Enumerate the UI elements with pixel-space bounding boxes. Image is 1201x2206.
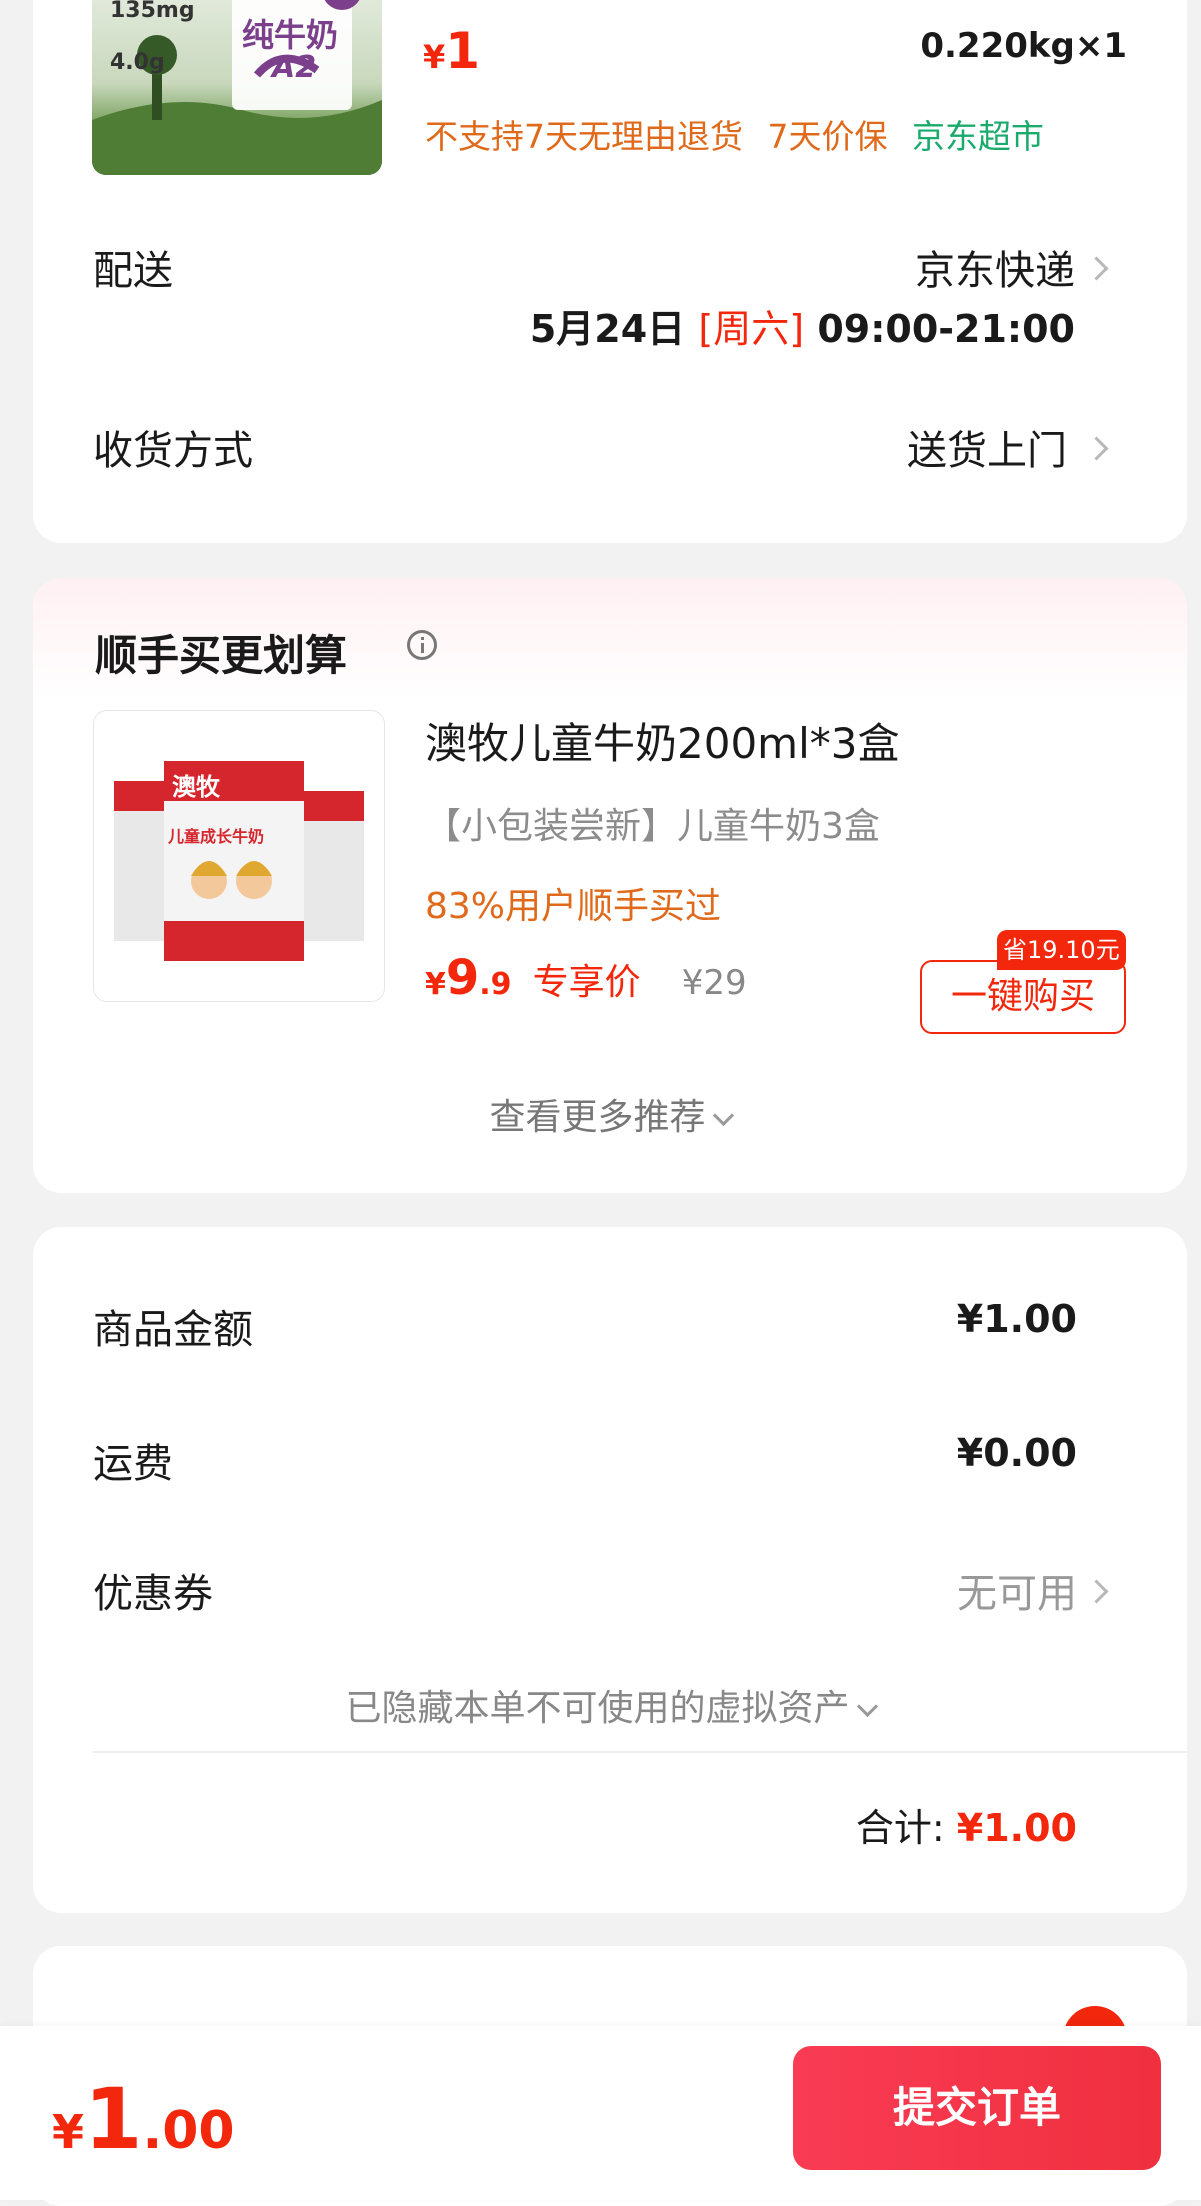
- product-price-value: 1: [445, 22, 481, 80]
- product-price: ¥1: [423, 22, 480, 80]
- bottom-action-bar: ¥1.00 提交订单: [0, 2026, 1201, 2200]
- delivery-date: 5月24日: [529, 307, 686, 351]
- delivery-chevron-icon[interactable]: [1084, 256, 1109, 281]
- receive-method-value[interactable]: 送货上门: [907, 418, 1067, 476]
- addon-price-dec: .9: [479, 967, 512, 1002]
- chevron-down-icon: [856, 1695, 878, 1718]
- no-return-tag: 不支持7天无理由退货: [425, 117, 743, 156]
- coupon-value[interactable]: 无可用: [957, 1561, 1077, 1619]
- delivery-time-range: 09:00-21:00: [817, 307, 1075, 351]
- product-image-spec-2: 4.0g: [110, 50, 165, 75]
- hidden-assets-label: 已隐藏本单不可使用的虚拟资产: [345, 1688, 850, 1729]
- save-badge: 省19.10元: [997, 930, 1126, 970]
- addon-card: 顺手买更划算 澳牧 儿童成长牛奶 澳牧儿童牛奶200ml*3盒 【小包装尝新】儿…: [33, 578, 1187, 1193]
- addon-price-int: 9: [445, 950, 480, 1006]
- addon-orig-price: ¥29: [681, 963, 747, 1003]
- addon-item-name[interactable]: 澳牧儿童牛奶200ml*3盒: [425, 710, 899, 771]
- submit-order-label: 提交订单: [892, 2083, 1061, 2132]
- coupon-label: 优惠券: [93, 1571, 213, 1617]
- store-tag: 京东超市: [912, 117, 1044, 156]
- product-price-symbol: ¥: [423, 38, 446, 76]
- addon-price-symbol: ¥: [425, 967, 446, 1002]
- product-weight-qty: 0.220kg×1: [920, 26, 1127, 66]
- goods-amount-value: ¥1.00: [956, 1297, 1077, 1341]
- addon-item-bought-hint: 83%用户顺手买过: [425, 886, 722, 927]
- addon-item-image-brand: 澳牧: [172, 773, 220, 801]
- goods-amount-label: 商品金额: [93, 1307, 253, 1353]
- bottom-total-price: ¥1.00: [52, 2070, 235, 2168]
- service-tags: 不支持7天无理由退货 7天价保 京东超市: [425, 110, 1044, 158]
- addon-price-tag: 专享价: [532, 962, 641, 1003]
- total-value: ¥1.00: [956, 1806, 1077, 1850]
- total-label: 合计:: [855, 1806, 945, 1850]
- summary-total: 合计: ¥1.00: [856, 1797, 1077, 1852]
- summary-divider: [93, 1751, 1187, 1753]
- order-item-card: 135mg 4.0g 纯牛奶 A2 ¥1 0.220kg×1 不支持7天无理由退…: [33, 0, 1187, 543]
- bottom-price-dec: .00: [142, 2101, 235, 2161]
- price-summary-card: 商品金额 ¥1.00 运费 ¥0.00 优惠券 无可用 已隐藏本单不可使用的虚拟…: [33, 1227, 1187, 1913]
- delivery-weekday: [周六]: [698, 307, 805, 351]
- bottom-price-int: 1: [84, 2070, 143, 2168]
- product-image-spec-1: 135mg: [110, 0, 195, 23]
- addon-item-price: ¥9.9 专享价 ¥29: [425, 950, 747, 1006]
- chevron-down-icon: [712, 1104, 734, 1127]
- shipping-label: 运费: [93, 1441, 173, 1487]
- receive-method-chevron-icon[interactable]: [1084, 436, 1109, 461]
- buy-now-button[interactable]: 一键购买: [920, 960, 1126, 1034]
- delivery-label: 配送: [93, 248, 173, 294]
- addon-item-image[interactable]: 澳牧 儿童成长牛奶: [93, 710, 385, 1002]
- buy-now-label: 一键购买: [950, 976, 1095, 1017]
- product-image-a2: A2: [272, 50, 317, 85]
- info-circle-icon[interactable]: [407, 630, 437, 660]
- submit-order-button[interactable]: 提交订单: [793, 2046, 1161, 2170]
- product-image[interactable]: 135mg 4.0g 纯牛奶 A2: [92, 0, 382, 175]
- hidden-assets-toggle[interactable]: 已隐藏本单不可使用的虚拟资产: [33, 1679, 1187, 1731]
- addon-item-image-title: 儿童成长牛奶: [168, 827, 265, 846]
- delivery-carrier[interactable]: 京东快递: [915, 238, 1075, 296]
- coupon-chevron-icon[interactable]: [1084, 1579, 1109, 1604]
- bottom-price-symbol: ¥: [52, 2105, 85, 2159]
- addon-item-subtitle: 【小包装尝新】儿童牛奶3盒: [425, 806, 880, 847]
- shipping-value: ¥0.00: [956, 1431, 1077, 1475]
- see-more-recommendations[interactable]: 查看更多推荐: [33, 1088, 1187, 1140]
- see-more-label: 查看更多推荐: [489, 1097, 706, 1138]
- receive-method-label: 收货方式: [93, 428, 253, 474]
- delivery-time[interactable]: 5月24日 [周六] 09:00-21:00: [530, 298, 1075, 353]
- price-protect-tag: 7天价保: [767, 117, 888, 156]
- addon-title: 顺手买更划算: [95, 631, 348, 680]
